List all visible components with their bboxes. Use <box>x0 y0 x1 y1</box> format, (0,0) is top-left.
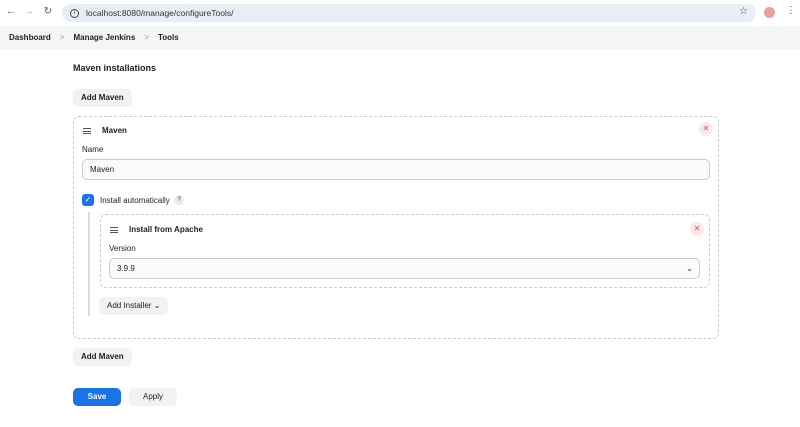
name-label: Name <box>82 145 104 154</box>
nested-indent-line <box>88 212 90 316</box>
breadcrumb-manage-jenkins[interactable]: Manage Jenkins <box>73 33 135 42</box>
menu-icon[interactable]: ⋮ <box>786 5 796 16</box>
add-installer-button[interactable]: Add Installer ⌄ <box>99 297 169 315</box>
info-icon[interactable]: i <box>70 8 79 18</box>
section-title: Maven installations <box>73 63 157 73</box>
forward-icon[interactable]: → <box>22 6 36 17</box>
bookmark-star-icon[interactable]: ☆ <box>739 6 748 17</box>
install-automatically-checkbox[interactable]: ✓ <box>82 194 94 206</box>
address-bar[interactable]: i localhost:8080/manage/configureTools/ ☆ <box>62 4 756 22</box>
reload-icon[interactable]: ↻ <box>41 6 55 17</box>
save-button[interactable]: Save <box>73 388 121 406</box>
version-label: Version <box>109 244 136 253</box>
chevron-right-icon: > <box>144 33 149 42</box>
drag-handle-icon[interactable] <box>110 226 118 233</box>
url-text: localhost:8080/manage/configureTools/ <box>86 8 234 18</box>
installer-title: Install from Apache <box>129 225 203 234</box>
version-select[interactable]: 3.9.9 ⌄ <box>109 258 700 279</box>
install-automatically-label: Install automatically <box>100 196 170 205</box>
profile-avatar[interactable] <box>764 7 775 18</box>
back-icon[interactable]: ← <box>4 6 18 17</box>
chevron-down-icon: ⌄ <box>686 264 693 273</box>
add-maven-button-top[interactable]: Add Maven <box>73 89 132 107</box>
add-installer-label: Add Installer <box>107 301 152 310</box>
breadcrumb-tools[interactable]: Tools <box>158 33 179 42</box>
delete-maven-button[interactable]: ✕ <box>699 122 713 136</box>
browser-toolbar: ← → ↻ i localhost:8080/manage/configureTo… <box>0 0 800 26</box>
help-icon[interactable]: ? <box>174 195 184 205</box>
breadcrumb-dashboard[interactable]: Dashboard <box>9 33 51 42</box>
name-input[interactable]: Maven <box>82 159 710 180</box>
version-value: 3.9.9 <box>117 264 135 273</box>
delete-installer-button[interactable]: ✕ <box>690 222 704 236</box>
drag-handle-icon[interactable] <box>83 127 91 134</box>
apply-button[interactable]: Apply <box>129 388 177 406</box>
chevron-right-icon: > <box>59 33 65 42</box>
add-maven-button-bottom[interactable]: Add Maven <box>73 348 132 366</box>
card-title: Maven <box>102 126 127 135</box>
chevron-down-icon: ⌄ <box>153 301 161 310</box>
breadcrumb: Dashboard > Manage Jenkins > Tools <box>0 26 800 49</box>
